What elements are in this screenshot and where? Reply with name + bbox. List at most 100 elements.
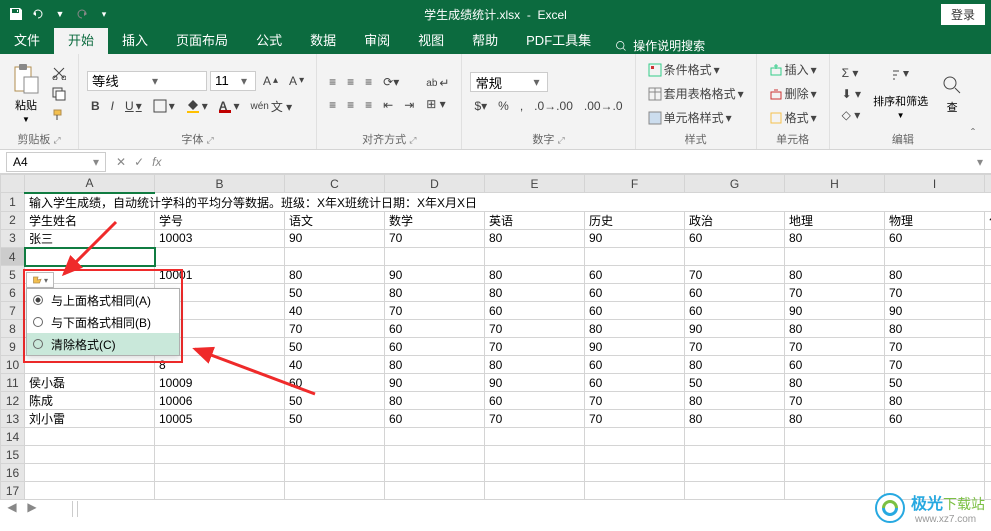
- tab-help[interactable]: 帮助: [458, 25, 512, 54]
- col-header-D[interactable]: D: [385, 175, 485, 193]
- indent-increase-icon[interactable]: ⇥: [400, 96, 418, 114]
- undo-icon[interactable]: [30, 6, 46, 22]
- group-label-cells: 单元格: [765, 131, 821, 147]
- delete-cells-button[interactable]: 删除 ▾: [765, 83, 821, 104]
- phonetic-button[interactable]: wén文 ▾: [246, 96, 296, 117]
- col-header-E[interactable]: E: [485, 175, 585, 193]
- table-row: 13刘小雷1000550607070808060: [1, 410, 991, 428]
- wrap-text-button[interactable]: ab↵: [422, 74, 453, 92]
- tab-formulas[interactable]: 公式: [242, 25, 296, 54]
- fx-icon[interactable]: fx: [152, 155, 161, 169]
- tab-view[interactable]: 视图: [404, 25, 458, 54]
- col-header-A[interactable]: A: [25, 175, 155, 193]
- increase-font-icon[interactable]: A▴: [259, 72, 282, 90]
- group-styles: 条件格式 ▾ 套用表格格式 ▾ 单元格样式 ▾ 样式: [636, 54, 757, 149]
- select-all-button[interactable]: [1, 175, 25, 193]
- underline-button[interactable]: U ▾: [121, 97, 146, 115]
- title-bar: ▼ ▾ 学生成绩统计.xlsx - Excel 登录: [0, 0, 991, 28]
- align-top-icon[interactable]: ≡: [325, 73, 340, 91]
- login-button[interactable]: 登录: [941, 4, 985, 25]
- italic-button[interactable]: I: [107, 97, 118, 115]
- insert-options-button[interactable]: ▾: [26, 272, 54, 288]
- clear-button[interactable]: ◇ ▾: [838, 106, 865, 124]
- tab-insert[interactable]: 插入: [108, 25, 162, 54]
- paste-button[interactable]: 粘贴 ▼: [8, 58, 44, 129]
- insert-cells-button[interactable]: 插入 ▾: [765, 59, 821, 80]
- tab-data[interactable]: 数据: [296, 25, 350, 54]
- insert-option-clear-format[interactable]: 清除格式(C): [27, 333, 179, 355]
- table-row: 11侯小磊1000960909060508050: [1, 374, 991, 392]
- sort-filter-button[interactable]: 排序和筛选▼: [869, 58, 932, 129]
- format-cells-button[interactable]: 格式 ▾: [765, 107, 821, 128]
- group-cells: 插入 ▾ 删除 ▾ 格式 ▾ 单元格: [757, 54, 830, 149]
- watermark-logo-icon: [875, 493, 905, 523]
- format-painter-button[interactable]: [48, 106, 70, 124]
- cancel-icon: ✕: [116, 155, 126, 169]
- cell-styles-button[interactable]: 单元格样式 ▾: [644, 107, 748, 128]
- qat-customize-icon[interactable]: ▾: [96, 6, 112, 22]
- formula-input[interactable]: [171, 152, 973, 172]
- align-left-icon[interactable]: ≡: [325, 96, 340, 114]
- number-format-combo[interactable]: ▾: [470, 72, 548, 92]
- tab-review[interactable]: 审阅: [350, 25, 404, 54]
- decrease-decimal-icon[interactable]: .00→.0: [580, 97, 627, 115]
- col-header-J[interactable]: J: [985, 175, 991, 193]
- sheet-nav-prev-icon[interactable]: ◀: [4, 499, 20, 515]
- ribbon: 粘贴 ▼ 剪贴板 ⤢ ▾ ▾ A▴ A▾ B I: [0, 54, 991, 150]
- save-icon[interactable]: [8, 6, 24, 22]
- col-header-G[interactable]: G: [685, 175, 785, 193]
- comma-format-icon[interactable]: ,: [516, 97, 527, 115]
- dropdown-icon[interactable]: ▼: [52, 6, 68, 22]
- format-as-table-button[interactable]: 套用表格格式 ▾: [644, 83, 748, 104]
- align-middle-icon[interactable]: ≡: [343, 73, 358, 91]
- col-header-H[interactable]: H: [785, 175, 885, 193]
- fill-color-button[interactable]: ▾: [182, 97, 212, 115]
- bold-button[interactable]: B: [87, 97, 104, 115]
- redo-icon[interactable]: [74, 6, 90, 22]
- tab-pdf-tools[interactable]: PDF工具集: [512, 25, 605, 54]
- font-color-button[interactable]: A ▾: [215, 97, 244, 115]
- insert-option-same-below[interactable]: 与下面格式相同(B): [27, 311, 179, 333]
- table-row: 3张三1000390708090608060: [1, 229, 991, 248]
- border-button[interactable]: ▾: [149, 97, 179, 115]
- font-size-combo[interactable]: ▾: [210, 71, 256, 91]
- copy-button[interactable]: [48, 85, 70, 103]
- decrease-font-icon[interactable]: A▾: [285, 72, 308, 90]
- tab-home[interactable]: 开始: [54, 25, 108, 54]
- table-row: 51000180908060708080: [1, 266, 991, 284]
- col-header-B[interactable]: B: [155, 175, 285, 193]
- ribbon-tabs: 文件 开始 插入 页面布局 公式 数据 审阅 视图 帮助 PDF工具集 操作说明…: [0, 28, 991, 54]
- tab-split-handle[interactable]: [72, 501, 78, 517]
- cut-button[interactable]: [48, 64, 70, 82]
- expand-formula-bar-icon[interactable]: ▾: [973, 155, 987, 169]
- insert-option-same-above[interactable]: 与上面格式相同(A): [27, 289, 179, 311]
- orientation-icon[interactable]: ⟳▾: [379, 73, 403, 91]
- merge-center-button[interactable]: ⊞ ▾: [422, 95, 453, 113]
- tab-file[interactable]: 文件: [0, 25, 54, 54]
- align-right-icon[interactable]: ≡: [361, 96, 376, 114]
- table-row: 14: [1, 428, 991, 446]
- name-box[interactable]: A4▾: [6, 152, 106, 172]
- fill-button[interactable]: ⬇ ▾: [838, 85, 865, 103]
- col-header-C[interactable]: C: [285, 175, 385, 193]
- increase-decimal-icon[interactable]: .0→.00: [530, 97, 577, 115]
- percent-format-icon[interactable]: %: [494, 97, 513, 115]
- collapse-ribbon-icon[interactable]: ˆ: [971, 126, 987, 142]
- tell-me-search[interactable]: 操作说明搜索: [615, 37, 705, 54]
- group-label-editing: 编辑: [838, 131, 968, 147]
- col-header-I[interactable]: I: [885, 175, 985, 193]
- sheet-nav-next-icon[interactable]: ▶: [24, 499, 40, 515]
- spreadsheet-grid[interactable]: A B C D E F G H I J 1输入学生成绩，自动统计学科的平均分等数…: [0, 174, 991, 504]
- col-header-F[interactable]: F: [585, 175, 685, 193]
- accounting-format-icon[interactable]: $▾: [470, 97, 491, 115]
- tab-page-layout[interactable]: 页面布局: [162, 25, 242, 54]
- align-bottom-icon[interactable]: ≡: [361, 73, 376, 91]
- autosum-button[interactable]: Σ ▾: [838, 64, 865, 82]
- align-center-icon[interactable]: ≡: [343, 96, 358, 114]
- conditional-format-button[interactable]: 条件格式 ▾: [644, 59, 748, 80]
- group-clipboard: 粘贴 ▼ 剪贴板 ⤢: [0, 54, 79, 149]
- group-editing: Σ ▾ ⬇ ▾ ◇ ▾ 排序和筛选▼ 查 编辑: [830, 54, 976, 149]
- indent-decrease-icon[interactable]: ⇤: [379, 96, 397, 114]
- font-name-combo[interactable]: ▾: [87, 71, 207, 91]
- find-select-button[interactable]: 查: [936, 58, 968, 129]
